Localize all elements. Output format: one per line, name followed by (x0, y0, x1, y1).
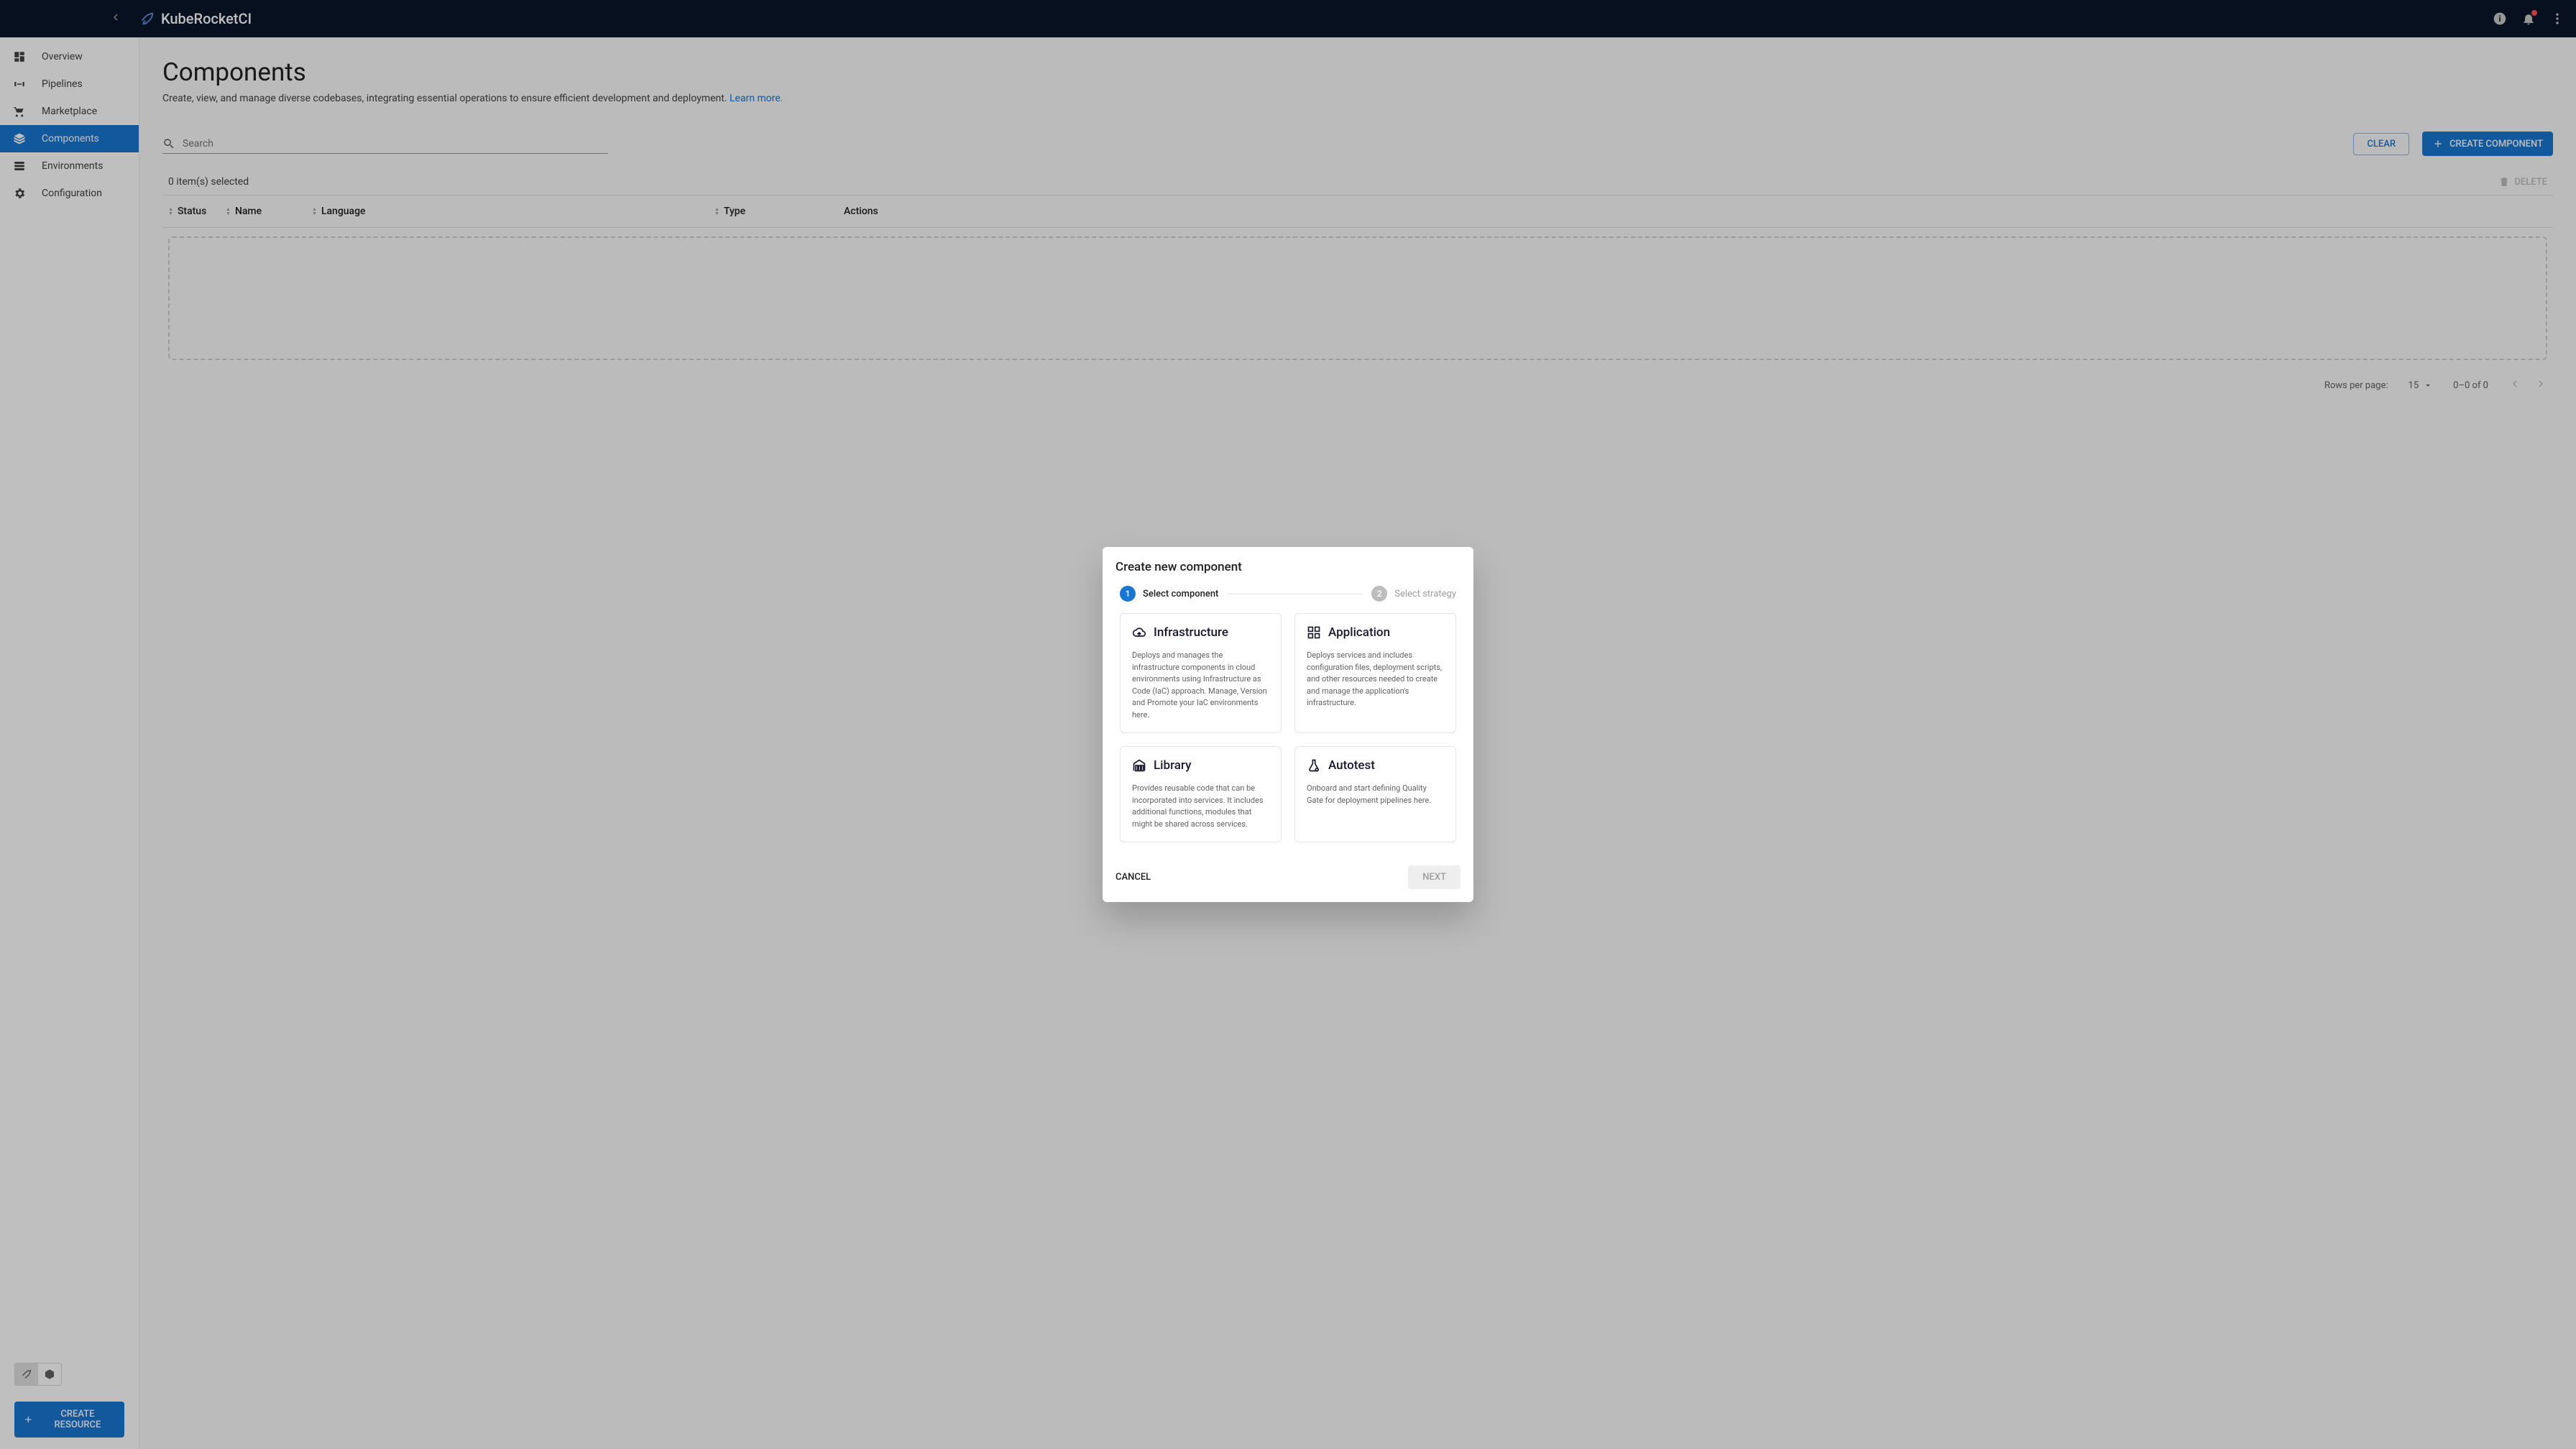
stepper: 1 Select component 2 Select strategy (1103, 581, 1473, 613)
card-title-text: Infrastructure (1154, 625, 1228, 640)
library-icon (1132, 758, 1146, 773)
apps-icon (1307, 625, 1321, 640)
step-2: 2 Select strategy (1371, 586, 1456, 602)
card-desc: Onboard and start defining Quality Gate … (1307, 783, 1444, 806)
card-title-text: Autotest (1328, 758, 1375, 773)
next-button[interactable]: NEXT (1408, 865, 1460, 889)
dialog-title: Create new component (1103, 547, 1473, 581)
flask-icon (1307, 758, 1321, 773)
create-component-dialog: Create new component 1 Select component … (1103, 547, 1473, 902)
card-infrastructure[interactable]: Infrastructure Deploys and manages the i… (1120, 613, 1282, 733)
cancel-button[interactable]: CANCEL (1116, 872, 1151, 883)
cloud-upload-icon (1132, 625, 1146, 640)
modal-overlay[interactable]: Create new component 1 Select component … (0, 0, 2576, 1449)
step-2-number: 2 (1371, 586, 1387, 602)
card-desc: Provides reusable code that can be incor… (1132, 783, 1269, 830)
card-title-text: Library (1154, 758, 1191, 773)
step-1-number: 1 (1120, 586, 1136, 602)
step-1: 1 Select component (1120, 586, 1218, 602)
step-1-label: Select component (1143, 589, 1218, 599)
step-2-label: Select strategy (1394, 589, 1456, 599)
card-autotest[interactable]: Autotest Onboard and start defining Qual… (1294, 746, 1456, 842)
card-title-text: Application (1328, 625, 1390, 640)
card-desc: Deploys services and includes configurat… (1307, 650, 1444, 709)
card-desc: Deploys and manages the infrastructure c… (1132, 650, 1269, 721)
card-application[interactable]: Application Deploys services and include… (1294, 613, 1456, 733)
card-library[interactable]: Library Provides reusable code that can … (1120, 746, 1282, 842)
